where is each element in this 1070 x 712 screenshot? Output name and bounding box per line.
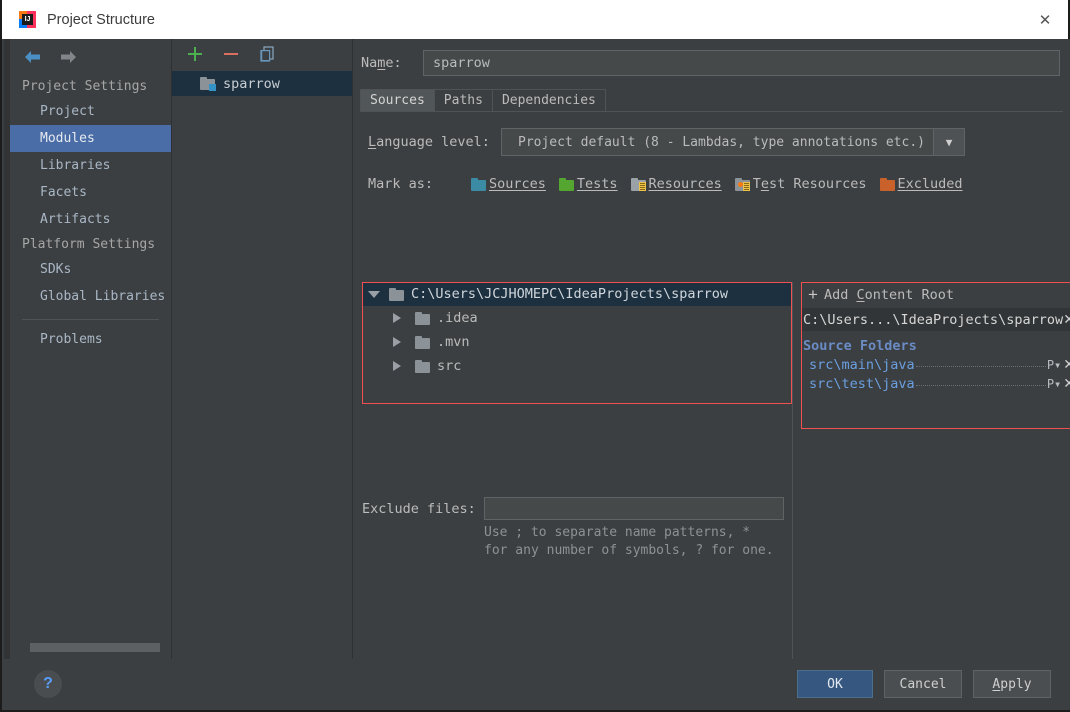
- sidebar-item-global-libraries[interactable]: Global Libraries: [10, 283, 171, 310]
- sidebar-item-label: Artifacts: [40, 212, 111, 227]
- resources-folder-icon: [630, 177, 646, 191]
- remove-module-button[interactable]: [222, 45, 240, 63]
- mark-as-excluded-button[interactable]: Excluded: [879, 176, 963, 192]
- modules-toolbar: [172, 39, 352, 69]
- sources-folder-icon: [471, 177, 486, 191]
- sidebar-item-label: SDKs: [40, 262, 72, 277]
- sidebar-section-header: Platform Settings: [22, 237, 156, 252]
- modules-list: sparrow: [172, 69, 352, 96]
- sidebar-item-artifacts[interactable]: Artifacts: [10, 206, 171, 233]
- exclude-hint-line-2: for any number of symbols, ? for one.: [484, 543, 774, 558]
- module-tabs: Sources Paths Dependencies: [360, 89, 1070, 111]
- sidebar-item-label: Global Libraries: [40, 289, 166, 304]
- tests-folder-icon: [558, 177, 574, 191]
- intellij-logo-icon: IJ: [19, 11, 36, 28]
- tree-roots-divider: [792, 282, 793, 704]
- exclude-files-label: Exclude files:: [362, 500, 476, 517]
- sidebar-item-sdks[interactable]: SDKs: [10, 256, 171, 283]
- mark-as-tests-button[interactable]: Tests: [558, 176, 618, 192]
- sidebar-item-modules[interactable]: Modules: [10, 125, 171, 152]
- language-level-row: Language level: Project default (8 - Lam…: [368, 128, 1063, 156]
- module-item-label: sparrow: [223, 75, 280, 92]
- mark-as-sources-button[interactable]: Sources: [471, 176, 546, 192]
- exclude-files-hint: Use ; to separate name patterns, * for a…: [484, 524, 774, 560]
- mark-as-item-label: Sources: [489, 176, 546, 192]
- sidebar-section-project-settings: Project Settings Project Modules Librari…: [10, 75, 171, 233]
- window-title: Project Structure: [47, 11, 155, 28]
- sidebar-item-facets[interactable]: Facets: [10, 179, 171, 206]
- modules-list-panel: sparrow: [172, 39, 352, 659]
- module-list-item-sparrow[interactable]: sparrow: [172, 71, 352, 96]
- language-level-value: Project default (8 - Lambdas, type annot…: [518, 134, 925, 150]
- sidebar-item-label: Problems: [40, 332, 103, 347]
- sidebar-item-label: Facets: [40, 185, 87, 200]
- exclude-files-input[interactable]: [484, 497, 784, 520]
- close-icon[interactable]: ✕: [1022, 0, 1068, 39]
- tab-dependencies[interactable]: Dependencies: [491, 89, 606, 111]
- copy-module-button[interactable]: [258, 45, 276, 63]
- sidebar-item-libraries[interactable]: Libraries: [10, 152, 171, 179]
- tab-paths[interactable]: Paths: [433, 89, 493, 111]
- arrow-right-icon[interactable]: [57, 48, 79, 66]
- mark-as-test-resources-button[interactable]: Test Resources: [734, 176, 867, 192]
- module-name-input[interactable]: sparrow: [423, 50, 1060, 76]
- sidebar-item-label: Libraries: [40, 158, 111, 173]
- logo-letter: IJ: [22, 14, 33, 25]
- sidebar-horizontal-scrollbar[interactable]: [30, 643, 160, 652]
- sources-tab-body: Language level: Project default (8 - Lam…: [360, 111, 1070, 704]
- sidebar-item-label: Project: [40, 104, 95, 119]
- language-level-select[interactable]: Project default (8 - Lambdas, type annot…: [501, 128, 965, 156]
- module-name-label: Name:: [361, 55, 402, 71]
- apply-button[interactable]: Apply: [973, 670, 1051, 698]
- mark-as-item-label: Test Resources: [752, 176, 867, 192]
- settings-sidebar: Project Settings Project Modules Librari…: [10, 39, 171, 659]
- add-module-button[interactable]: [186, 45, 204, 63]
- language-level-label: Language level:: [368, 134, 490, 150]
- arrow-left-icon[interactable]: [22, 48, 44, 66]
- sidebar-nav-arrows: [10, 39, 171, 75]
- mark-as-resources-button[interactable]: Resources: [630, 176, 722, 192]
- exclude-files-row: Exclude files:: [362, 497, 784, 520]
- content-root-tree-highlight: [362, 282, 792, 404]
- sidebar-divider: [22, 319, 159, 320]
- content-roots-highlight: [801, 282, 1070, 429]
- tab-sources[interactable]: Sources: [360, 89, 435, 111]
- sidebar-section-platform-settings: Platform Settings SDKs Global Libraries: [10, 233, 171, 310]
- project-structure-dialog: IJ Project Structure ✕ Project Settings …: [0, 0, 1070, 712]
- test-resources-folder-icon: [734, 177, 750, 191]
- mark-as-item-label: Excluded: [897, 176, 963, 192]
- excluded-folder-icon: [879, 177, 895, 191]
- sidebar-item-project[interactable]: Project: [10, 98, 171, 125]
- ok-button[interactable]: OK: [797, 670, 873, 698]
- cancel-button[interactable]: Cancel: [884, 670, 962, 698]
- mark-as-label: Mark as:: [368, 176, 434, 192]
- title-bar: IJ Project Structure ✕: [2, 0, 1068, 39]
- module-name-row: Name: sparrow: [361, 50, 1060, 76]
- module-editor-panel: Name: sparrow Sources Paths Dependencies…: [353, 39, 1070, 704]
- mark-as-item-label: Resources: [648, 176, 722, 192]
- sidebar-section-header: Project Settings: [22, 79, 148, 94]
- sidebar-item-label: Modules: [40, 131, 95, 146]
- chevron-down-icon[interactable]: ▼: [933, 129, 964, 155]
- dialog-footer: ? OK Cancel Apply: [4, 659, 1070, 710]
- sidebar-item-problems[interactable]: Problems: [10, 326, 171, 353]
- module-folder-icon: [200, 77, 216, 91]
- help-icon[interactable]: ?: [34, 670, 62, 698]
- mark-as-row: Mark as: Sources Tests Resources Test Re…: [368, 176, 1063, 192]
- exclude-hint-line-1: Use ; to separate name patterns, *: [484, 525, 751, 540]
- mark-as-item-label: Tests: [576, 176, 618, 192]
